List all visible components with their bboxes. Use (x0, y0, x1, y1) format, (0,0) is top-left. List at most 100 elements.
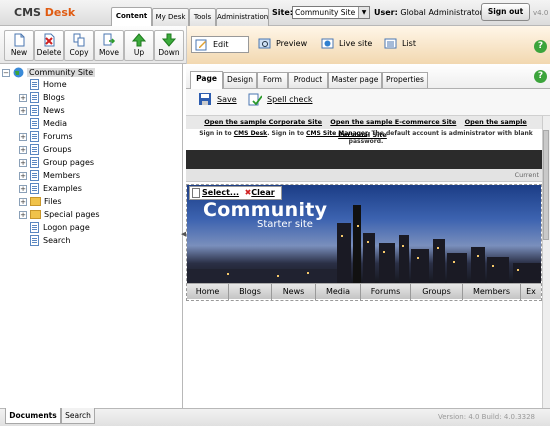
nav-news[interactable]: News (272, 284, 316, 300)
tab-properties[interactable]: Properties (382, 72, 428, 88)
nav-home[interactable]: Home (187, 284, 229, 300)
edit-mode-button[interactable]: Edit (191, 36, 249, 53)
expand-icon[interactable]: + (19, 172, 27, 180)
arrow-down-icon (162, 33, 176, 47)
tab-master-page[interactable]: Master page (328, 72, 382, 88)
tree-item-news[interactable]: + News (19, 105, 65, 117)
expand-icon[interactable]: + (19, 159, 27, 167)
tab-tools[interactable]: Tools (189, 8, 216, 26)
clear-link[interactable]: Clear (251, 188, 274, 197)
tree-item-home[interactable]: Home (30, 79, 67, 91)
tree-item-forums[interactable]: + Forums (19, 131, 73, 143)
site-select[interactable]: Community Site ▼ (292, 6, 370, 19)
tree-item-search[interactable]: Search (30, 235, 70, 247)
delete-button[interactable]: Delete (34, 30, 64, 61)
help-icon[interactable]: ? (534, 70, 547, 83)
ecommerce-site-link[interactable]: Open the sample E-commerce Site (330, 118, 456, 126)
tree-item-group-pages[interactable]: + Group pages (19, 157, 94, 169)
document-icon (30, 131, 39, 142)
site-manager-link[interactable]: CMS Site Manager (306, 130, 367, 137)
nav-members[interactable]: Members (463, 284, 521, 300)
tree-root[interactable]: − Community Site (2, 67, 96, 79)
tree-item-special-pages[interactable]: + Special pages (19, 209, 100, 221)
expand-icon[interactable]: + (19, 94, 27, 102)
expand-icon[interactable]: + (19, 133, 27, 141)
cms-desk-link[interactable]: CMS Desk (234, 130, 267, 137)
page-action-bar (186, 89, 550, 116)
nav-groups[interactable]: Groups (411, 284, 463, 300)
move-icon (103, 33, 116, 46)
tab-design[interactable]: Design (223, 72, 257, 88)
help-icon[interactable]: ? (534, 40, 547, 53)
site-nav-menu: Home Blogs News Media Forums Groups Memb… (187, 283, 541, 300)
nav-examples[interactable]: Ex (521, 284, 541, 300)
tab-page[interactable]: Page (190, 71, 223, 89)
copy-icon (73, 33, 85, 47)
scrollbar-thumb[interactable] (543, 130, 549, 240)
document-icon (30, 79, 39, 90)
tree-item-examples[interactable]: + Examples (19, 183, 82, 195)
sign-out-button[interactable]: Sign out (481, 3, 530, 21)
save-button[interactable]: Save (199, 93, 237, 105)
expand-icon[interactable]: + (19, 146, 27, 154)
tree-item-blogs[interactable]: + Blogs (19, 92, 65, 104)
tab-administration[interactable]: Administration (216, 8, 269, 26)
tree-item-groups[interactable]: + Groups (19, 144, 72, 156)
build-version: Version: 4.0 Build: 4.0.3328 (438, 413, 536, 421)
tab-search[interactable]: Search (61, 408, 95, 424)
folder-icon (30, 197, 41, 206)
nav-blogs[interactable]: Blogs (229, 284, 272, 300)
tab-content[interactable]: Content (111, 7, 152, 26)
folder-icon (30, 210, 41, 219)
list-icon (384, 38, 397, 49)
current-user-bar: Current (186, 169, 542, 182)
tab-form[interactable]: Form (257, 72, 288, 88)
document-icon (30, 144, 39, 155)
edit-icon (195, 39, 207, 51)
delete-icon (44, 33, 55, 47)
tab-my-desk[interactable]: My Desk (152, 8, 189, 26)
move-button[interactable]: Move (94, 30, 124, 61)
copy-button[interactable]: Copy (64, 30, 94, 61)
document-icon (30, 92, 39, 103)
site-header-bar (186, 150, 542, 169)
document-icon (30, 183, 39, 194)
tab-documents[interactable]: Documents (5, 408, 61, 424)
collapse-icon[interactable]: − (2, 69, 10, 77)
preview-mode-button[interactable]: Preview (255, 36, 311, 53)
arrow-up-icon (132, 33, 146, 47)
site-select-value: Community Site (295, 8, 356, 17)
tree-item-members[interactable]: + Members (19, 170, 80, 182)
expand-icon[interactable]: + (19, 198, 27, 206)
document-icon (30, 105, 39, 116)
spell-check-icon (248, 93, 262, 106)
down-button[interactable]: Down (154, 30, 184, 61)
nav-forums[interactable]: Forums (361, 284, 411, 300)
document-icon (30, 235, 39, 246)
banner-title: Community (203, 199, 328, 221)
expand-icon[interactable]: + (19, 185, 27, 193)
list-mode-button[interactable]: List (381, 36, 421, 53)
new-document-icon (14, 33, 25, 47)
site-label: Site: (272, 8, 293, 17)
expand-icon[interactable]: + (19, 211, 27, 219)
user-info: User: Global Administrator (374, 8, 483, 17)
tree-item-logon-page[interactable]: Logon page (30, 222, 90, 234)
live-site-button[interactable]: Live site (318, 36, 374, 53)
tab-product[interactable]: Product (288, 72, 328, 88)
expand-icon[interactable]: + (19, 107, 27, 115)
tree-item-files[interactable]: + Files (19, 196, 62, 208)
nav-media[interactable]: Media (316, 284, 361, 300)
up-button[interactable]: Up (124, 30, 154, 61)
banner-subtitle: Starter site (257, 219, 313, 230)
spell-check-button[interactable]: Spell check (248, 93, 313, 106)
globe-icon (13, 67, 24, 78)
document-icon (30, 222, 39, 233)
corporate-site-link[interactable]: Open the sample Corporate Site (204, 118, 322, 126)
select-link[interactable]: Select... (202, 188, 239, 197)
tree-item-media[interactable]: Media (30, 118, 67, 130)
globe-icon (321, 38, 334, 49)
new-button[interactable]: New (4, 30, 34, 61)
document-icon (30, 118, 39, 129)
webpart-toolbar: Select... ✖Clear (189, 186, 282, 200)
